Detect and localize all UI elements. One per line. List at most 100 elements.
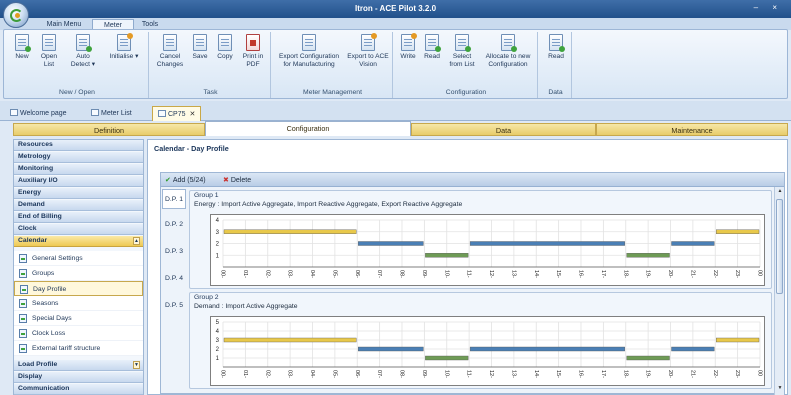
print-pdf-button[interactable]: Print in PDF <box>239 34 267 69</box>
select-list-icon <box>455 34 471 52</box>
nav-demand[interactable]: Demand <box>14 200 143 211</box>
nav-metrology[interactable]: Metrology <box>14 152 143 163</box>
nav-external-tariff[interactable]: External tariff structure <box>14 341 143 356</box>
group-label-new-open: New / Open <box>59 89 95 96</box>
export-config-manufacturing-button[interactable]: Export Configuration for Manufacturing <box>275 34 343 69</box>
expand-icon[interactable]: ▼ <box>133 361 140 369</box>
x-tick-label: 18- <box>622 270 628 278</box>
nav-display[interactable]: Display <box>14 372 143 383</box>
day-profile-tab-3[interactable]: D.P. 3 <box>162 242 186 262</box>
cancel-changes-icon <box>163 34 177 51</box>
tab-definition[interactable]: Definition <box>13 123 205 136</box>
x-tick-label: 23- <box>734 270 740 278</box>
tab-configuration[interactable]: Configuration <box>205 121 411 136</box>
nav-day-profile[interactable]: Day Profile <box>14 281 143 296</box>
nav-load-profile[interactable]: Load Profile ▼ <box>14 360 143 371</box>
nav-calendar[interactable]: Calendar ▲ <box>14 236 143 247</box>
close-icon[interactable]: ✕ <box>190 111 196 118</box>
export-ace-vision-button[interactable]: Export to ACE Vision <box>347 33 389 69</box>
initialise-button[interactable]: Initialise ▾ <box>104 33 144 61</box>
group-2-title: Group 2 <box>194 294 219 301</box>
open-list-button[interactable]: Open List <box>36 34 62 69</box>
day-profile-tab-2[interactable]: D.P. 2 <box>162 215 186 235</box>
nav-energy[interactable]: Energy <box>14 188 143 199</box>
copy-icon <box>218 34 232 51</box>
x-tick-label: 05- <box>331 370 337 378</box>
add-icon: ✔ <box>165 177 171 184</box>
nav-resources[interactable]: Resources <box>14 140 143 151</box>
nav-monitoring[interactable]: Monitoring <box>14 164 143 175</box>
nav-seasons[interactable]: Seasons <box>14 296 143 311</box>
nav-general-settings[interactable]: General Settings <box>14 251 143 266</box>
day-profile-tab-5[interactable]: D.P. 5 <box>162 296 186 316</box>
allocate-config-button[interactable]: Allocate to new Configuration <box>481 34 535 69</box>
write-button[interactable]: Write <box>397 33 419 61</box>
list-icon <box>91 109 99 116</box>
group-2-chart: 1 2 3 4 5 00- 01- 02- 03- 04- 05- 06- 07- 08- 09- 10- 11… <box>210 316 765 386</box>
groups-doc-icon <box>19 269 27 278</box>
rate-segment <box>671 346 715 352</box>
x-tick-label: 23- <box>734 370 740 378</box>
day-profile-tab-1[interactable]: D.P. 1 <box>162 189 186 209</box>
scroll-thumb[interactable] <box>776 199 783 294</box>
nav-clock[interactable]: Clock <box>14 224 143 235</box>
tab-data[interactable]: Data <box>411 123 596 136</box>
meter-icon <box>158 110 166 117</box>
nav-groups[interactable]: Groups <box>14 266 143 281</box>
window-controls[interactable]: – × <box>754 3 783 12</box>
x-tick-label: 01- <box>242 270 248 278</box>
y-tick-label: 2 <box>216 347 220 353</box>
x-tick-label: 15- <box>555 270 561 278</box>
tab-maintenance[interactable]: Maintenance <box>596 123 788 136</box>
select-from-list-button[interactable]: Select from List <box>447 34 477 69</box>
group-label-configuration: Configuration <box>445 89 487 96</box>
x-tick-label: 21- <box>689 370 695 378</box>
doc-tab-welcome[interactable]: Welcome page <box>5 106 72 121</box>
day-profile-tab-4[interactable]: D.P. 4 <box>162 269 186 289</box>
group-label-meter-management: Meter Management <box>303 89 362 96</box>
doc-tab-cp75[interactable]: CP75 ✕ <box>152 106 202 121</box>
scroll-down-icon[interactable]: ▼ <box>776 385 784 394</box>
initialise-icon <box>117 33 133 51</box>
nav-end-of-billing[interactable]: End of Billing <box>14 212 143 223</box>
x-tick-label: 10- <box>443 270 449 278</box>
collapse-icon[interactable]: ▲ <box>133 237 140 245</box>
read-config-button[interactable]: Read <box>421 34 443 61</box>
app-menu-orb[interactable] <box>3 2 29 28</box>
cancel-changes-button[interactable]: Cancel Changes <box>155 34 185 69</box>
nav-clock-loss[interactable]: Clock Loss <box>14 326 143 341</box>
auto-detect-button[interactable]: Auto Detect ▾ <box>66 34 100 69</box>
save-button[interactable]: Save <box>189 34 211 61</box>
x-tick-label: 18- <box>622 370 628 378</box>
x-tick-label: 00 <box>757 370 763 376</box>
editor-scrollbar[interactable]: ▲ ▼ <box>774 187 784 395</box>
x-tick-label: 12- <box>488 370 494 378</box>
nav-special-days[interactable]: Special Days <box>14 311 143 326</box>
nav-communication[interactable]: Communication <box>14 384 143 395</box>
add-button[interactable]: ✔ Add (5/24) <box>165 176 206 184</box>
doc-tab-meter-list[interactable]: Meter List <box>86 106 137 121</box>
scroll-up-icon[interactable]: ▲ <box>776 188 784 197</box>
x-tick-label: 14- <box>533 370 539 378</box>
delete-button[interactable]: ✖ Delete <box>223 176 251 184</box>
new-button[interactable]: New <box>10 34 34 61</box>
x-tick-label: 06- <box>354 370 360 378</box>
day-profile-doc-icon <box>20 285 28 294</box>
group-meter-management: Export Configuration for Manufacturing E… <box>273 32 393 98</box>
rate-segment <box>223 229 357 234</box>
y-tick-label: 5 <box>216 320 220 326</box>
seasons-doc-icon <box>19 299 27 308</box>
x-tick-label: 00- <box>220 270 226 278</box>
special-days-doc-icon <box>19 314 27 323</box>
read-data-button[interactable]: Read <box>543 34 569 61</box>
copy-button[interactable]: Copy <box>213 34 237 61</box>
list-icon <box>42 34 56 51</box>
group-label-data: Data <box>548 89 563 96</box>
delete-icon: ✖ <box>223 177 229 184</box>
group-1-description: Energy : Import Active Aggregate, Import… <box>194 201 463 208</box>
group-1-chart: 1 2 3 4 00- 01- 02- 03- 04- 05- 06- 07- 08- 09- 10- 11-… <box>210 214 765 286</box>
x-tick-label: 16- <box>578 270 584 278</box>
app-logo-dot <box>15 13 20 18</box>
nav-auxiliary-io[interactable]: Auxiliary I/O <box>14 176 143 187</box>
y-tick-label: 3 <box>216 230 220 236</box>
